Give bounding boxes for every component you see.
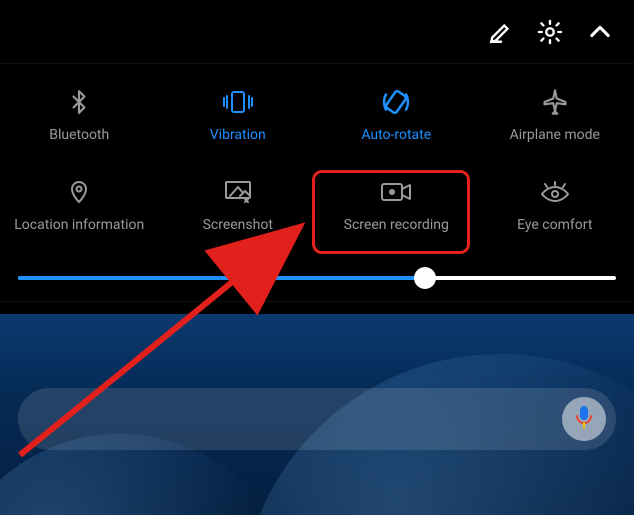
voice-search-button[interactable]	[562, 397, 606, 441]
tile-bluetooth[interactable]: Bluetooth	[0, 70, 159, 160]
tile-location[interactable]: Location information	[0, 160, 159, 250]
tile-label: Airplane mode	[510, 127, 600, 143]
vibration-icon	[221, 87, 255, 117]
airplane-icon	[541, 87, 569, 117]
screenrecord-icon	[379, 177, 413, 207]
panel-top-actions	[0, 0, 634, 64]
tile-eyecomfort[interactable]: Eye comfort	[476, 160, 634, 250]
tile-airplane[interactable]: Airplane mode	[476, 70, 634, 160]
search-bar[interactable]	[18, 388, 616, 450]
tile-label: Auto-rotate	[361, 127, 431, 143]
mic-icon	[574, 404, 594, 434]
brightness-thumb[interactable]	[414, 267, 436, 289]
tile-label: Location information	[14, 217, 144, 233]
tile-label: Bluetooth	[49, 127, 109, 143]
autorotate-icon	[381, 87, 411, 117]
location-icon	[67, 177, 91, 207]
brightness-slider[interactable]	[18, 276, 616, 280]
tile-label: Screenshot	[203, 217, 273, 233]
tile-label: Screen recording	[344, 217, 449, 233]
chevron-up-icon[interactable]	[586, 18, 614, 46]
tile-label: Eye comfort	[517, 217, 592, 233]
eye-icon	[539, 177, 571, 207]
screenshot-icon	[223, 177, 253, 207]
quick-settings-grid: Bluetooth Vibration Auto-rotate Airplane…	[0, 64, 634, 254]
tile-autorotate[interactable]: Auto-rotate	[317, 70, 476, 160]
gear-icon[interactable]	[536, 18, 564, 46]
brightness-slider-row	[0, 254, 634, 302]
edit-icon[interactable]	[488, 19, 514, 45]
tile-screenrecord[interactable]: Screen recording	[317, 160, 476, 250]
tile-screenshot[interactable]: Screenshot	[159, 160, 318, 250]
brightness-fill	[18, 276, 425, 280]
bluetooth-icon	[66, 87, 92, 117]
home-screen	[0, 314, 634, 515]
tile-label: Vibration	[210, 127, 266, 143]
tile-vibration[interactable]: Vibration	[159, 70, 318, 160]
